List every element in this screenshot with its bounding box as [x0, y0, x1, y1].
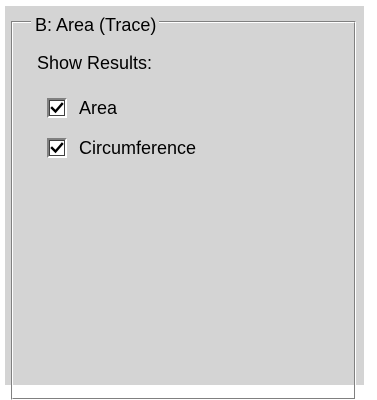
groupbox-title: B: Area (Trace)	[31, 14, 160, 36]
area-trace-groupbox	[11, 21, 356, 400]
options-panel: B: Area (Trace) Show Results: Area Circu…	[5, 6, 364, 400]
circumference-checkbox[interactable]	[47, 138, 67, 158]
area-checkbox-row[interactable]: Area	[47, 96, 117, 120]
checkmark-icon	[50, 102, 64, 114]
area-checkbox-label[interactable]: Area	[79, 97, 117, 119]
circumference-checkbox-label[interactable]: Circumference	[79, 137, 196, 159]
circumference-checkbox-row[interactable]: Circumference	[47, 136, 196, 160]
show-results-label: Show Results:	[37, 53, 153, 73]
checkmark-icon	[50, 142, 64, 154]
area-checkbox[interactable]	[47, 98, 67, 118]
